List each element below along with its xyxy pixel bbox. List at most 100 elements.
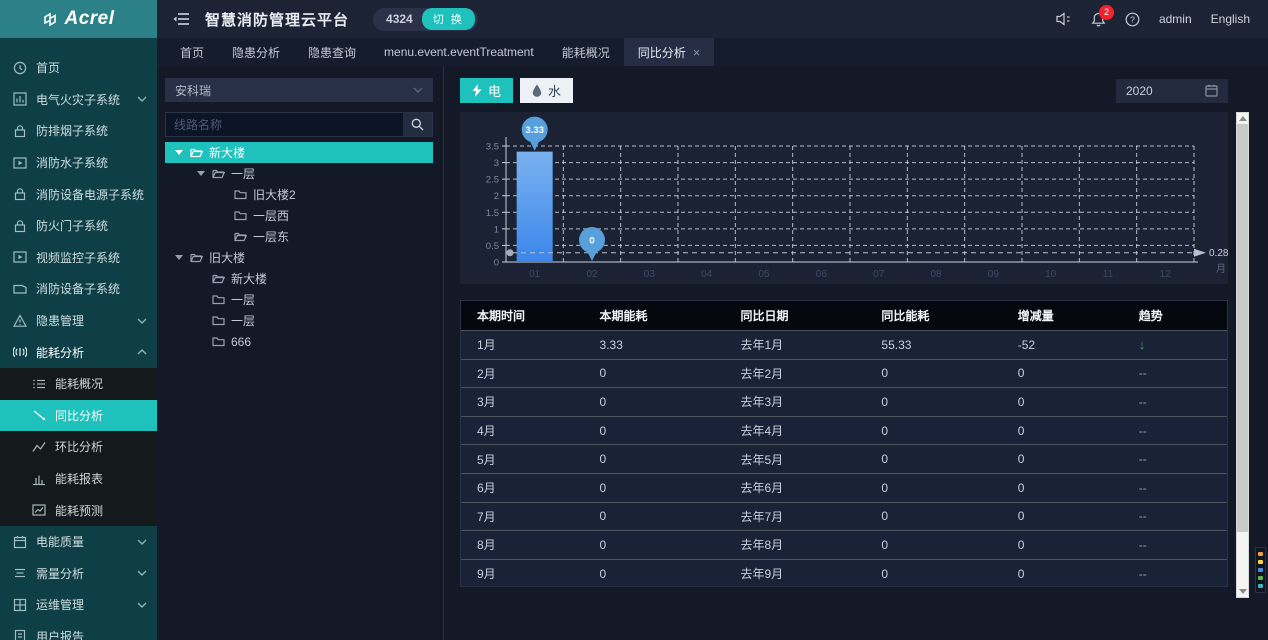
menu-item-label: 能耗预测: [55, 502, 103, 519]
trend-none: --: [1139, 395, 1147, 409]
scrollbar-thumb[interactable]: [1237, 124, 1248, 532]
sidebar-item-能耗分析[interactable]: 能耗分析: [0, 336, 157, 368]
tree-node-一层[interactable]: 一层: [165, 289, 433, 310]
column-header-同比能耗: 同比能耗: [865, 307, 1001, 324]
table-body: 1月3.33去年1月55.33-52↓2月0去年2月00--3月0去年3月00-…: [461, 330, 1227, 587]
scroll-up-icon[interactable]: [1239, 116, 1247, 121]
tree-node-一层东[interactable]: 一层东: [165, 226, 433, 247]
tab-首页[interactable]: 首页: [166, 38, 218, 66]
sidebar-item-用户报告[interactable]: 用户报告: [0, 621, 157, 640]
submenu-item-能耗概况[interactable]: 能耗概况: [0, 368, 157, 400]
caret-down-icon[interactable]: [175, 255, 183, 260]
table-cell: 去年1月: [724, 336, 865, 353]
sidebar-item-消防水子系统[interactable]: 消防水子系统: [0, 147, 157, 179]
submenu-item-能耗预测[interactable]: 能耗预测: [0, 494, 157, 526]
table-cell: 9月: [461, 565, 584, 582]
sidebar-item-首页[interactable]: 首页: [0, 52, 157, 84]
table-cell: 0: [865, 395, 1001, 409]
table-cell: --: [1123, 452, 1227, 466]
bell-icon[interactable]: 2: [1091, 12, 1106, 27]
tab-同比分析[interactable]: 同比分析×: [624, 38, 715, 66]
sidebar-item-需量分析[interactable]: 需量分析: [0, 558, 157, 590]
search-button[interactable]: [403, 113, 432, 136]
water-toggle-button[interactable]: 水: [520, 78, 573, 103]
column-header-本期时间: 本期时间: [461, 307, 584, 324]
table-cell: 0: [865, 538, 1001, 552]
switch-button[interactable]: 切 换: [422, 8, 475, 30]
sound-icon[interactable]: [1056, 12, 1072, 26]
video-icon: [13, 250, 27, 264]
chart-box-icon: [13, 92, 27, 106]
search-icon: [411, 118, 424, 131]
sidebar-item-隐患管理[interactable]: 隐患管理: [0, 305, 157, 337]
folder-closed-icon: [212, 336, 225, 347]
language-switch[interactable]: English: [1211, 12, 1250, 26]
svg-text:3.33: 3.33: [525, 125, 544, 136]
caret-down-icon[interactable]: [175, 150, 183, 155]
chevron-down-icon: [137, 602, 147, 608]
svg-text:10: 10: [1045, 269, 1057, 280]
folder-open-icon: [212, 273, 225, 284]
sidebar-item-消防设备电源子系统[interactable]: 消防设备电源子系统: [0, 178, 157, 210]
top-header: 智慧消防管理云平台 4324 切 换 2 ? admin English: [157, 0, 1268, 38]
tree-node-一层[interactable]: 一层: [165, 310, 433, 331]
tab-隐患查询[interactable]: 隐患查询: [294, 38, 370, 66]
tree-node-一层西[interactable]: 一层西: [165, 205, 433, 226]
tree-node-新大楼[interactable]: 新大楼: [165, 142, 433, 163]
menu-item-label: 视频监控子系统: [36, 249, 120, 266]
tab-bar: 首页隐患分析隐患查询menu.event.eventTreatment能耗概况同…: [157, 38, 1268, 66]
folder-open-icon: [190, 252, 203, 263]
bolt-icon: [472, 84, 482, 97]
tree-node-666[interactable]: 666: [165, 331, 433, 352]
tree-node-旧大楼2[interactable]: 旧大楼2: [165, 184, 433, 205]
close-tab-icon[interactable]: ×: [693, 46, 701, 59]
table-cell: 0: [1002, 366, 1123, 380]
sidebar-item-运维管理[interactable]: 运维管理: [0, 589, 157, 621]
sidebar-item-防排烟子系统[interactable]: 防排烟子系统: [0, 115, 157, 147]
table-row: 2月0去年2月00--: [461, 359, 1227, 388]
submenu-item-同比分析[interactable]: 同比分析: [0, 400, 157, 432]
sidebar-item-电能质量[interactable]: 电能质量: [0, 526, 157, 558]
submenu-item-能耗报表[interactable]: 能耗报表: [0, 463, 157, 495]
tree-node-label: 新大楼: [231, 270, 267, 287]
help-icon[interactable]: ?: [1125, 12, 1140, 27]
submenu-item-环比分析[interactable]: 环比分析: [0, 431, 157, 463]
collapse-menu-icon[interactable]: [173, 12, 189, 26]
tree-node-新大楼[interactable]: 新大楼: [165, 268, 433, 289]
table-cell: 去年5月: [724, 451, 865, 468]
trend-none: --: [1139, 424, 1147, 438]
sidebar-item-消防设备子系统[interactable]: 消防设备子系统: [0, 273, 157, 305]
menu-item-label: 能耗报表: [55, 470, 103, 487]
tab-隐患分析[interactable]: 隐患分析: [218, 38, 294, 66]
org-select[interactable]: 安科瑞: [165, 78, 433, 102]
year-picker[interactable]: 2020: [1116, 79, 1228, 103]
folder-closed-icon: [234, 189, 247, 200]
svg-text:03: 03: [644, 269, 656, 280]
tree-node-一层[interactable]: 一层: [165, 163, 433, 184]
svg-text:05: 05: [758, 269, 770, 280]
table-cell: 0: [1002, 567, 1123, 581]
app-window: Acrel 首页电气火灾子系统防排烟子系统消防水子系统消防设备电源子系统防火门子…: [0, 0, 1268, 640]
vertical-scrollbar[interactable]: [1236, 112, 1249, 598]
table-cell: 0: [1002, 395, 1123, 409]
user-menu[interactable]: admin: [1159, 12, 1192, 26]
sidebar-item-电气火灾子系统[interactable]: 电气火灾子系统: [0, 84, 157, 116]
table-cell: --: [1123, 424, 1227, 438]
tab-能耗概况[interactable]: 能耗概况: [548, 38, 624, 66]
scroll-down-icon[interactable]: [1239, 589, 1247, 594]
calendar-icon: [13, 535, 27, 549]
tab-menu.event.eventTreatment[interactable]: menu.event.eventTreatment: [370, 38, 548, 66]
table-cell: 0: [865, 424, 1001, 438]
sidebar-item-视频监控子系统[interactable]: 视频监控子系统: [0, 242, 157, 274]
svg-text:3.5: 3.5: [486, 142, 499, 153]
svg-text:11: 11: [1103, 269, 1114, 280]
table-cell: 3月: [461, 393, 584, 410]
caret-down-icon[interactable]: [197, 171, 205, 176]
search-input[interactable]: [166, 113, 403, 136]
content-area: 安科瑞 新大楼一层旧大楼2一层西一层东旧大楼新大楼一层一层666: [157, 66, 1268, 640]
menu-item-label: 运维管理: [36, 596, 84, 613]
sidebar-item-防火门子系统[interactable]: 防火门子系统: [0, 210, 157, 242]
trend-none: --: [1139, 538, 1147, 552]
tree-node-旧大楼[interactable]: 旧大楼: [165, 247, 433, 268]
electric-toggle-button[interactable]: 电: [460, 78, 513, 103]
